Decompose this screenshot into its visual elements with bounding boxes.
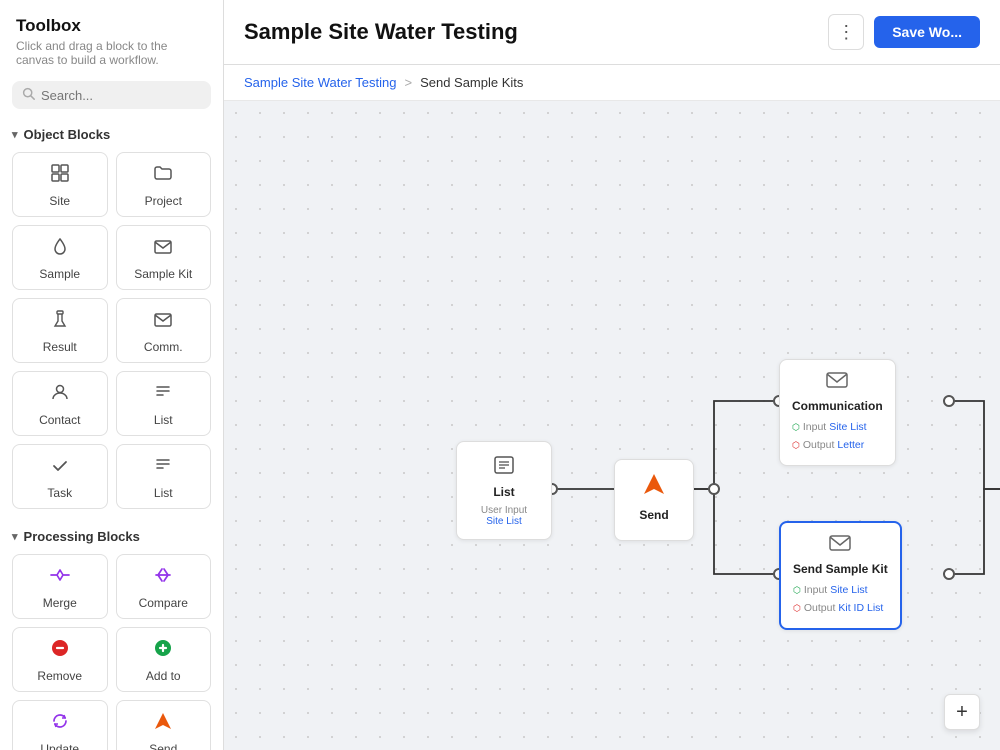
page-title: Sample Site Water Testing	[244, 19, 518, 45]
block-add-to-label: Add to	[146, 669, 181, 683]
sidebar-title: Toolbox	[16, 16, 207, 36]
communication-node-icon	[792, 370, 883, 395]
block-list2[interactable]: List	[116, 444, 212, 509]
breadcrumb-current: Send Sample Kits	[420, 75, 523, 90]
block-result-label: Result	[43, 340, 77, 354]
chevron-down-icon-2: ▾	[12, 530, 18, 543]
block-update-label: Update	[40, 742, 79, 750]
block-comm[interactable]: Comm.	[116, 298, 212, 363]
compare-icon	[152, 565, 174, 591]
sidebar-subtitle: Click and drag a block to the canvas to …	[16, 39, 207, 67]
block-sample-kit[interactable]: Sample Kit	[116, 225, 212, 290]
search-input[interactable]	[41, 88, 201, 103]
block-site[interactable]: Site	[12, 152, 108, 217]
remove-icon	[50, 638, 70, 664]
node-communication[interactable]: Communication ⬡ Input Site List ⬡ Output…	[779, 359, 896, 466]
breadcrumb-parent[interactable]: Sample Site Water Testing	[244, 75, 396, 90]
node-communication-title: Communication	[792, 399, 883, 413]
block-project[interactable]: Project	[116, 152, 212, 217]
block-list1-label: List	[154, 413, 173, 427]
block-sample-kit-label: Sample Kit	[134, 267, 192, 281]
zoom-button[interactable]: +	[944, 694, 980, 730]
block-sample[interactable]: Sample	[12, 225, 108, 290]
grid-icon	[50, 163, 70, 189]
block-remove[interactable]: Remove	[12, 627, 108, 692]
node-list-sub: User Input Site List	[471, 505, 537, 527]
block-comm-label: Comm.	[144, 340, 183, 354]
comm-mail-icon	[153, 309, 173, 335]
node-send-sample-kit-io: ⬡ Input Site List ⬡ Output Kit ID List	[793, 582, 888, 618]
input-site-list-link[interactable]: Site List	[829, 419, 866, 437]
node-send-sample-kit-title: Send Sample Kit	[793, 562, 888, 576]
topbar-actions: ⋮ Save Wo...	[828, 14, 980, 50]
add-icon	[153, 638, 173, 664]
ssk-output-dot: ⬡	[793, 601, 801, 616]
sidebar: Toolbox Click and drag a block to the ca…	[0, 0, 224, 750]
send-sample-kit-node-icon	[793, 533, 888, 558]
test-tube-icon	[50, 309, 70, 335]
block-add-to[interactable]: Add to	[116, 627, 212, 692]
output-letter-link[interactable]: Letter	[837, 437, 864, 455]
node-communication-io: ⬡ Input Site List ⬡ Output Letter	[792, 419, 883, 455]
processing-blocks-header[interactable]: ▾ Processing Blocks	[0, 521, 223, 550]
node-send[interactable]: Send	[614, 459, 694, 541]
processing-blocks-grid: Merge Compare Remove Add to Update	[0, 550, 223, 750]
list-node-icon	[471, 454, 537, 481]
main-area: Sample Site Water Testing ⋮ Save Wo... S…	[224, 0, 1000, 750]
block-contact-label: Contact	[39, 413, 80, 427]
merge-icon	[49, 565, 71, 591]
block-contact[interactable]: Contact	[12, 371, 108, 436]
block-list1[interactable]: List	[116, 371, 212, 436]
breadcrumb-separator: >	[404, 75, 412, 90]
block-merge-label: Merge	[43, 596, 77, 610]
block-task-label: Task	[47, 486, 72, 500]
ssk-input-dot: ⬡	[793, 583, 801, 598]
object-blocks-grid: Site Project Sample Sample Kit Result	[0, 148, 223, 521]
block-send-label: Send	[149, 742, 177, 750]
block-update[interactable]: Update	[12, 700, 108, 750]
ssk-output-link[interactable]: Kit ID List	[838, 600, 883, 618]
list2-icon	[153, 455, 173, 481]
send-node-icon	[629, 472, 679, 504]
block-compare-label: Compare	[139, 596, 188, 610]
node-send-sample-kit[interactable]: Send Sample Kit ⬡ Input Site List ⬡ Outp…	[779, 521, 902, 630]
folder-icon	[153, 163, 173, 189]
breadcrumb: Sample Site Water Testing > Send Sample …	[224, 65, 1000, 101]
chevron-down-icon: ▾	[12, 128, 18, 141]
node-list-title: List	[471, 485, 537, 499]
block-remove-label: Remove	[37, 669, 82, 683]
processing-blocks-label: Processing Blocks	[24, 529, 140, 544]
send-icon	[153, 711, 173, 737]
input-dot-green: ⬡	[792, 420, 800, 435]
update-icon	[50, 711, 70, 737]
node-send-title: Send	[629, 508, 679, 522]
block-result[interactable]: Result	[12, 298, 108, 363]
list-icon	[153, 382, 173, 408]
user-icon	[50, 382, 70, 408]
block-task[interactable]: Task	[12, 444, 108, 509]
block-send[interactable]: Send	[116, 700, 212, 750]
block-sample-label: Sample	[39, 267, 80, 281]
block-project-label: Project	[145, 194, 182, 208]
search-box	[12, 81, 211, 109]
droplet-icon	[50, 236, 70, 262]
node-list[interactable]: List User Input Site List	[456, 441, 552, 540]
object-blocks-label: Object Blocks	[24, 127, 111, 142]
more-options-button[interactable]: ⋮	[828, 14, 864, 50]
search-icon	[22, 87, 35, 103]
sidebar-header: Toolbox Click and drag a block to the ca…	[0, 0, 223, 71]
canvas-area[interactable]: List User Input Site List Send Communica…	[224, 101, 1000, 750]
block-list2-label: List	[154, 486, 173, 500]
search-container	[0, 71, 223, 119]
save-button[interactable]: Save Wo...	[874, 16, 980, 48]
block-site-label: Site	[49, 194, 70, 208]
mail-icon	[153, 236, 173, 262]
output-dot-red: ⬡	[792, 438, 800, 453]
object-blocks-header[interactable]: ▾ Object Blocks	[0, 119, 223, 148]
check-icon	[50, 455, 70, 481]
block-compare[interactable]: Compare	[116, 554, 212, 619]
block-merge[interactable]: Merge	[12, 554, 108, 619]
ssk-input-link[interactable]: Site List	[830, 582, 867, 600]
topbar: Sample Site Water Testing ⋮ Save Wo...	[224, 0, 1000, 65]
